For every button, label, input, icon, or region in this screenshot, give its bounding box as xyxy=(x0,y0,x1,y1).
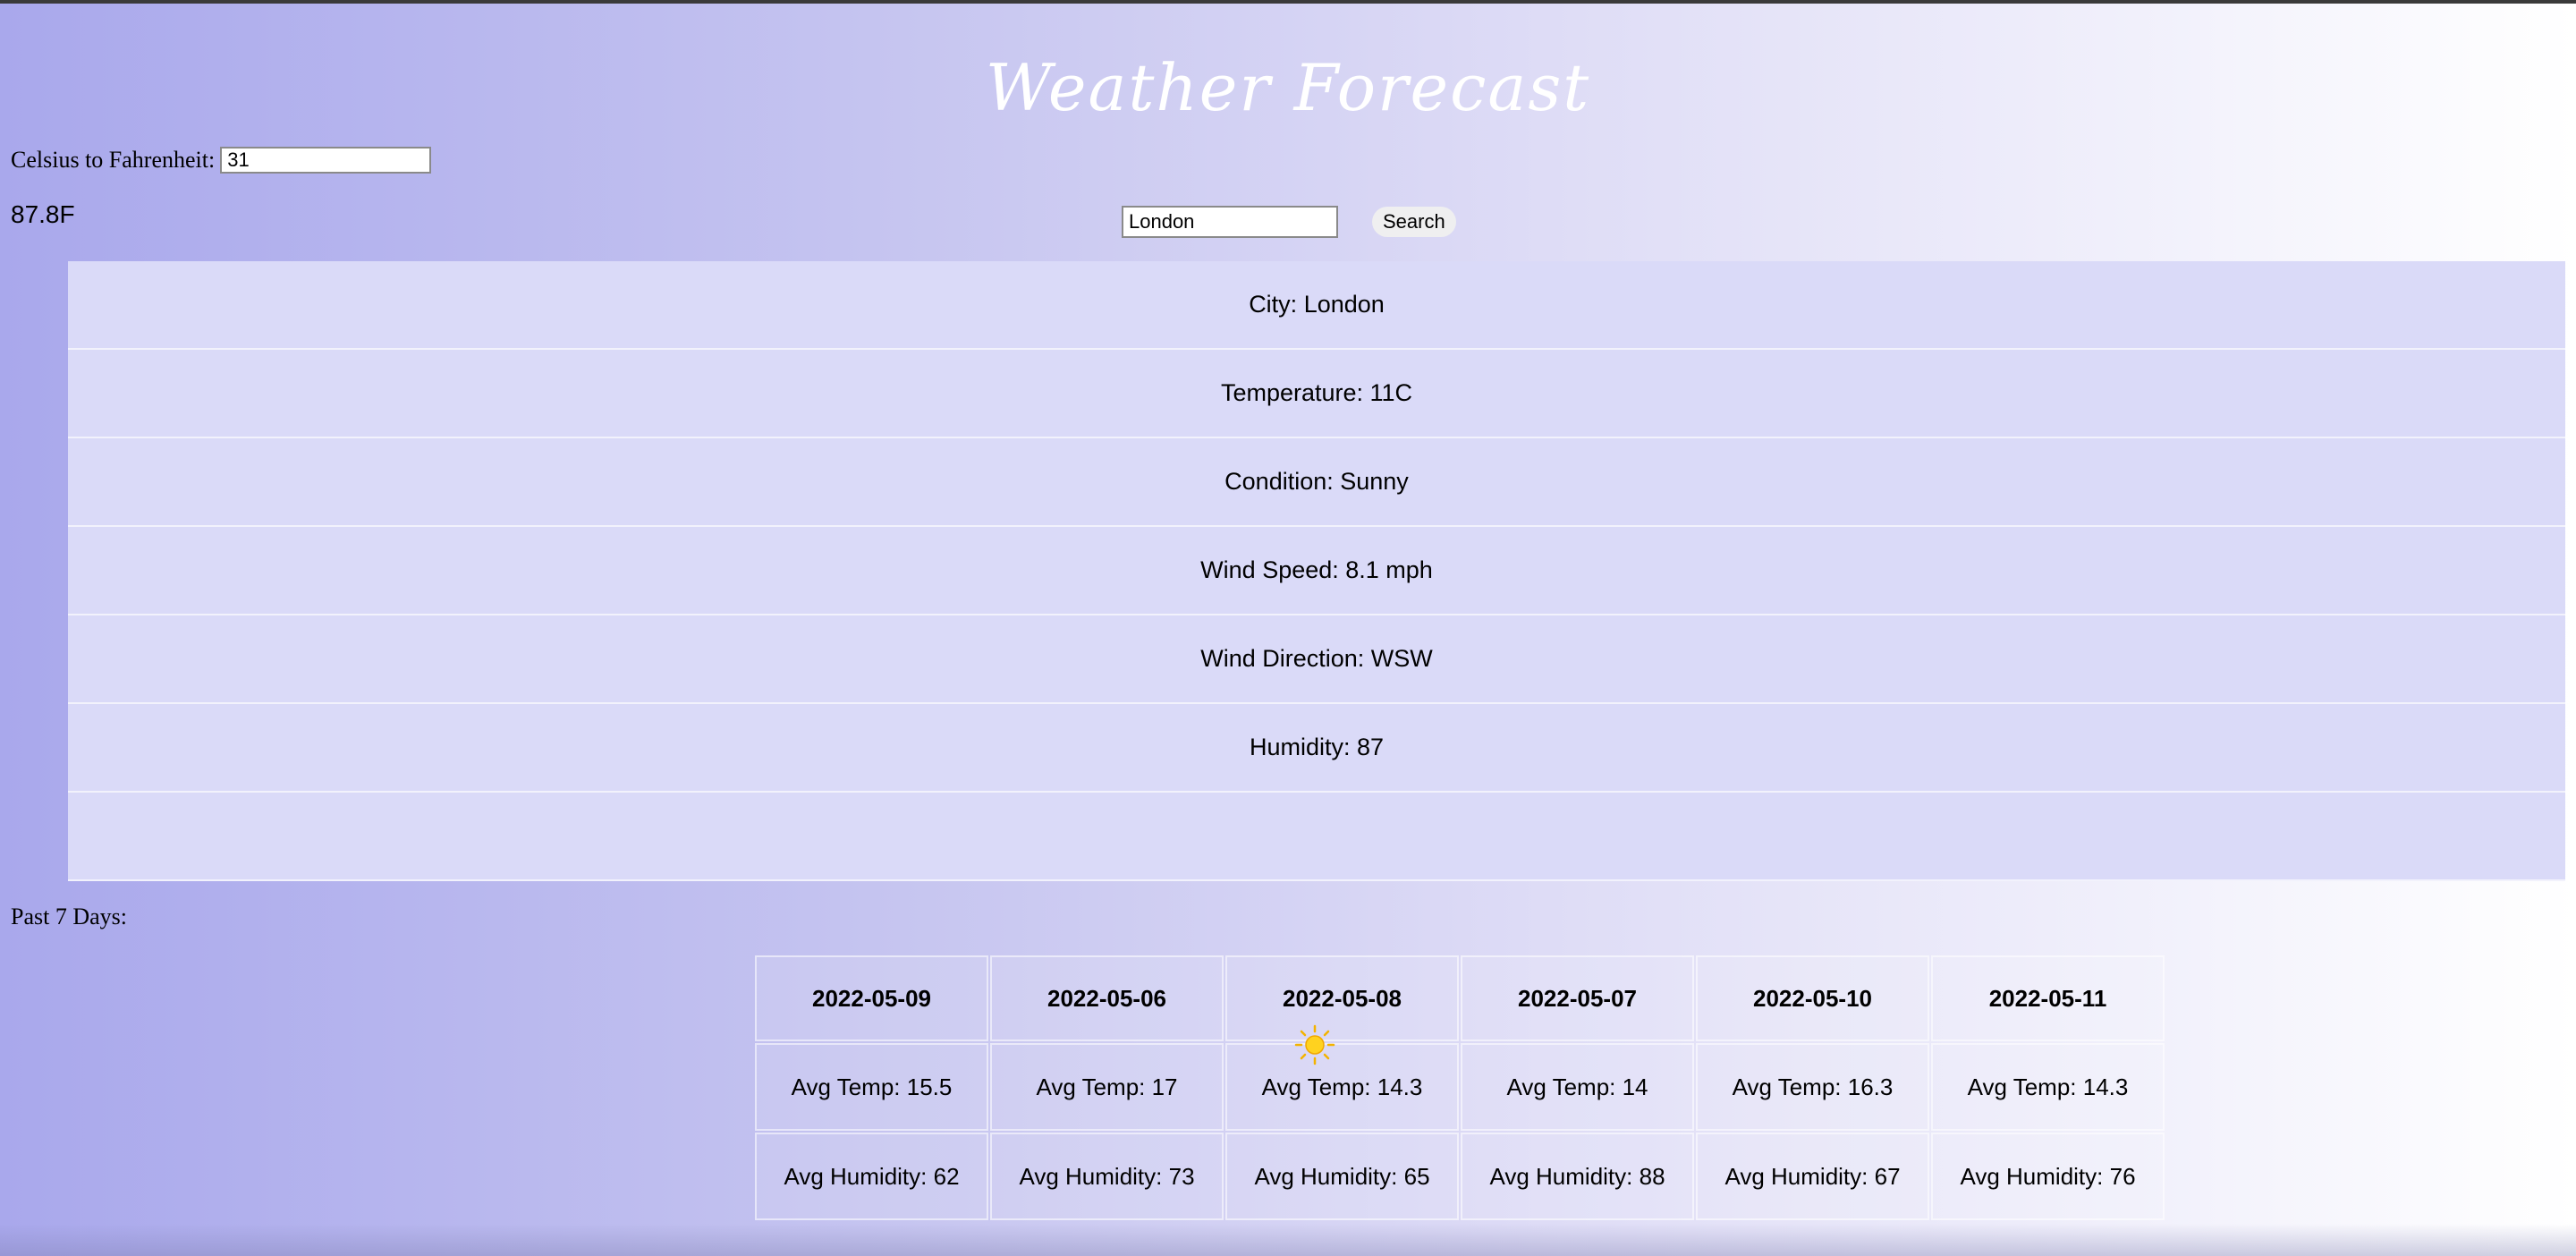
past-day-avg-temp: Avg Temp: 15.5 xyxy=(755,1043,988,1131)
current-weather-list: City: London Temperature: 11C Condition:… xyxy=(68,261,2565,881)
current-condition-row: Condition: Sunny xyxy=(68,438,2565,527)
past-day-date: 2022-05-11 xyxy=(1931,955,2165,1041)
current-temperature-row: Temperature: 11C xyxy=(68,350,2565,438)
past-day-avg-humidity: Avg Humidity: 76 xyxy=(1931,1133,2165,1220)
sun-icon-graphic xyxy=(1294,1024,1335,1065)
past-day-avg-temp: Avg Temp: 17 xyxy=(990,1043,1224,1131)
past-day-avg-temp: Avg Temp: 14 xyxy=(1461,1043,1694,1131)
past-day-date: 2022-05-07 xyxy=(1461,955,1694,1041)
celsius-input[interactable] xyxy=(220,147,432,174)
converter-label: Celsius to Fahrenheit: xyxy=(11,147,216,173)
past-day-avg-humidity: Avg Humidity: 65 xyxy=(1225,1133,1459,1220)
past-day-avg-temp: Avg Temp: 16.3 xyxy=(1696,1043,1929,1131)
past-day-date: 2022-05-06 xyxy=(990,955,1224,1041)
current-humidity-row: Humidity: 87 xyxy=(68,704,2565,793)
past-days-label: Past 7 Days: xyxy=(11,904,127,929)
past-day-date: 2022-05-09 xyxy=(755,955,988,1041)
past-day-date: 2022-05-10 xyxy=(1696,955,1929,1041)
current-empty-row xyxy=(68,793,2565,881)
current-wind-speed-row: Wind Speed: 8.1 mph xyxy=(68,527,2565,615)
past-day-avg-humidity: Avg Humidity: 62 xyxy=(755,1133,988,1220)
past-days-table: 2022-05-09 2022-05-06 2022-05-08 2022-05… xyxy=(755,955,2165,1220)
past-day-avg-temp: Avg Temp: 14.3 xyxy=(1931,1043,2165,1131)
city-search-input[interactable] xyxy=(1122,206,1338,238)
window-bottom-shadow xyxy=(0,1224,2576,1256)
temperature-converter: Celsius to Fahrenheit: xyxy=(11,147,432,174)
past-day-date: 2022-05-08 xyxy=(1225,955,1459,1041)
page-title: Weather Forecast xyxy=(985,50,1591,125)
fahrenheit-result: 87.8F xyxy=(11,200,75,228)
past-day-avg-humidity: Avg Humidity: 67 xyxy=(1696,1133,1929,1220)
search-button[interactable]: Search xyxy=(1372,207,1456,237)
search-bar: Search xyxy=(1122,206,1456,238)
sun-icon xyxy=(1293,1023,1336,1066)
past-day-avg-humidity: Avg Humidity: 88 xyxy=(1461,1133,1694,1220)
window-top-border xyxy=(0,0,2576,4)
past-day-avg-humidity: Avg Humidity: 73 xyxy=(990,1133,1224,1220)
current-wind-direction-row: Wind Direction: WSW xyxy=(68,615,2565,704)
past-day-avg-temp: Avg Temp: 14.3 xyxy=(1225,1043,1459,1131)
current-city-row: City: London xyxy=(68,261,2565,350)
